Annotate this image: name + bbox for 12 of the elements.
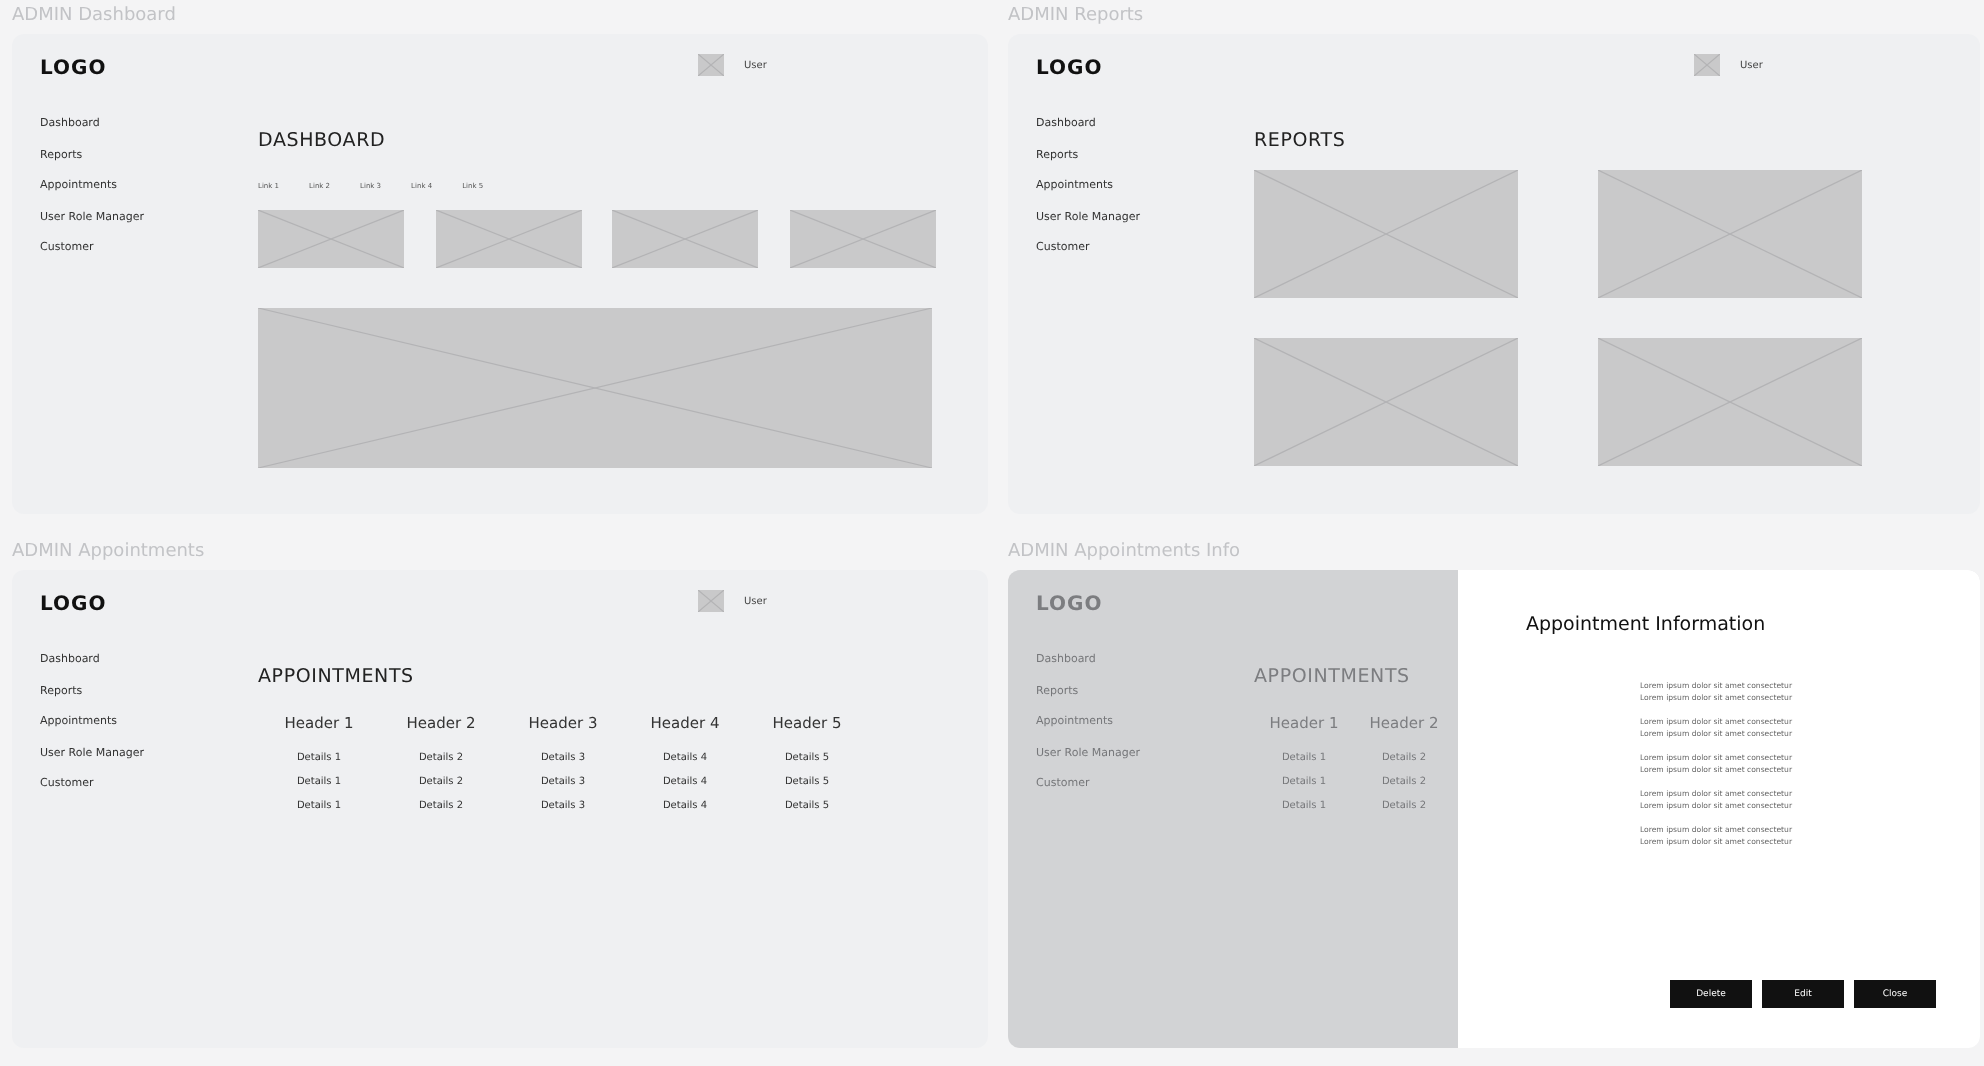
logo: LOGO	[1036, 58, 1103, 80]
logo: LOGO	[1036, 594, 1103, 616]
dialog-title: Appointment Information	[1526, 614, 1768, 636]
page-title: REPORTS	[1254, 130, 1346, 152]
page-title: APPOINTMENTS	[258, 666, 414, 688]
logo: LOGO	[40, 58, 107, 80]
avatar-placeholder	[1694, 54, 1720, 76]
avatar-placeholder	[698, 54, 724, 76]
avatar-placeholder	[698, 590, 724, 612]
page-title: DASHBOARD	[258, 130, 386, 152]
page-title: APPOINTMENTS	[1254, 666, 1410, 688]
logo: LOGO	[40, 594, 107, 616]
